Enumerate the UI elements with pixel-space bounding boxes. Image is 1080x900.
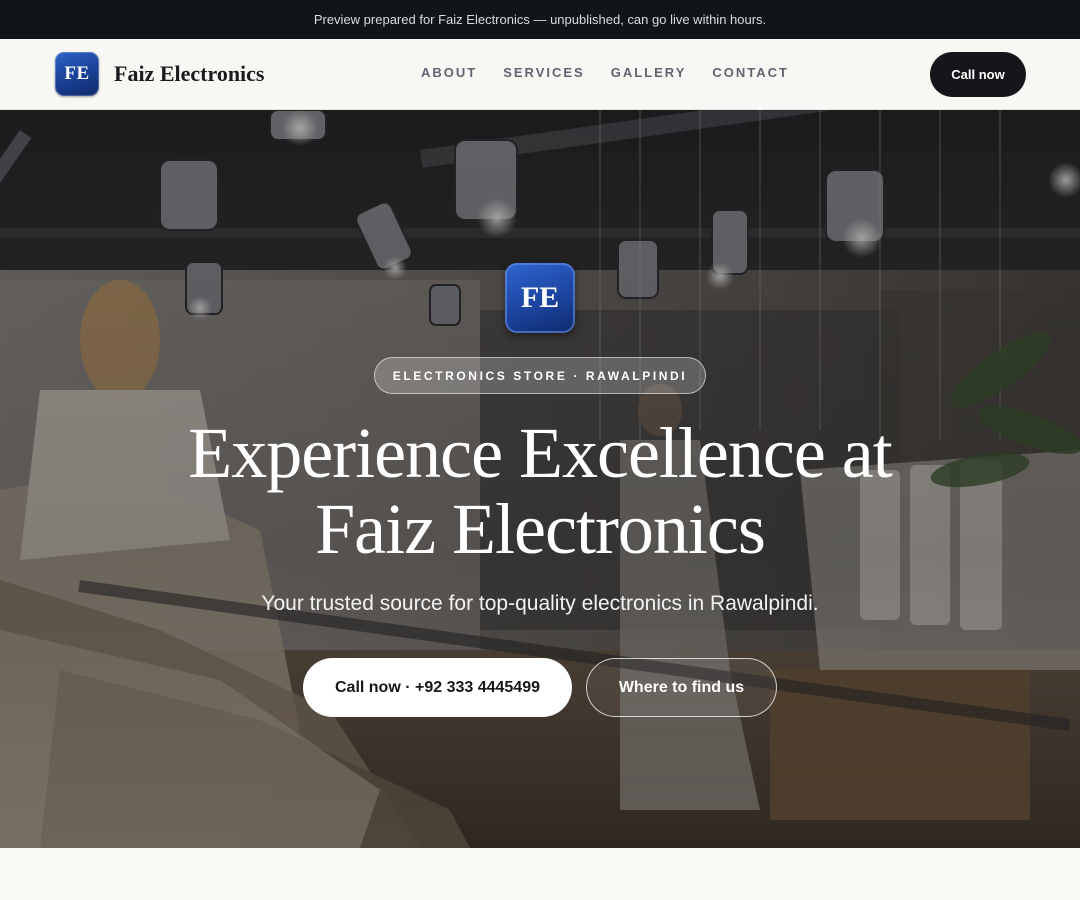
hero-title: Experience Excellence at Faiz Electronic… (90, 415, 990, 567)
nav-link-contact[interactable]: CONTACT (699, 65, 802, 80)
hero-eyebrow-badge: ELECTRONICS STORE · RAWALPINDI (374, 357, 706, 394)
site-header: FE Faiz Electronics ABOUT SERVICES GALLE… (0, 39, 1080, 110)
main-nav: ABOUT SERVICES GALLERY CONTACT (408, 65, 802, 80)
hero-title-line-1: Experience Excellence at (188, 413, 893, 493)
hero-subtitle: Your trusted source for top-quality elec… (261, 592, 819, 615)
brand-logo[interactable]: FE (55, 52, 99, 96)
header-call-button[interactable]: Call now (930, 52, 1026, 97)
next-section-start (0, 848, 1080, 900)
nav-link-about[interactable]: ABOUT (408, 65, 490, 80)
announcement-text: Preview prepared for Faiz Electronics — … (313, 12, 767, 27)
brand-logo-text: FE (64, 63, 90, 84)
hero-section: FE ELECTRONICS STORE · RAWALPINDI Experi… (0, 110, 1080, 848)
brand-name[interactable]: Faiz Electronics (114, 61, 265, 87)
hero-logo-text: FE (520, 281, 560, 314)
hero-logo: FE (505, 263, 575, 333)
hero-title-line-2: Faiz Electronics (315, 489, 766, 569)
hero-find-us-button[interactable]: Where to find us (586, 658, 777, 717)
nav-link-gallery[interactable]: GALLERY (598, 65, 700, 80)
hero-call-button[interactable]: Call now · +92 333 4445499 (303, 658, 572, 717)
announcement-bar: Preview prepared for Faiz Electronics — … (0, 0, 1080, 39)
nav-link-services[interactable]: SERVICES (490, 65, 598, 80)
